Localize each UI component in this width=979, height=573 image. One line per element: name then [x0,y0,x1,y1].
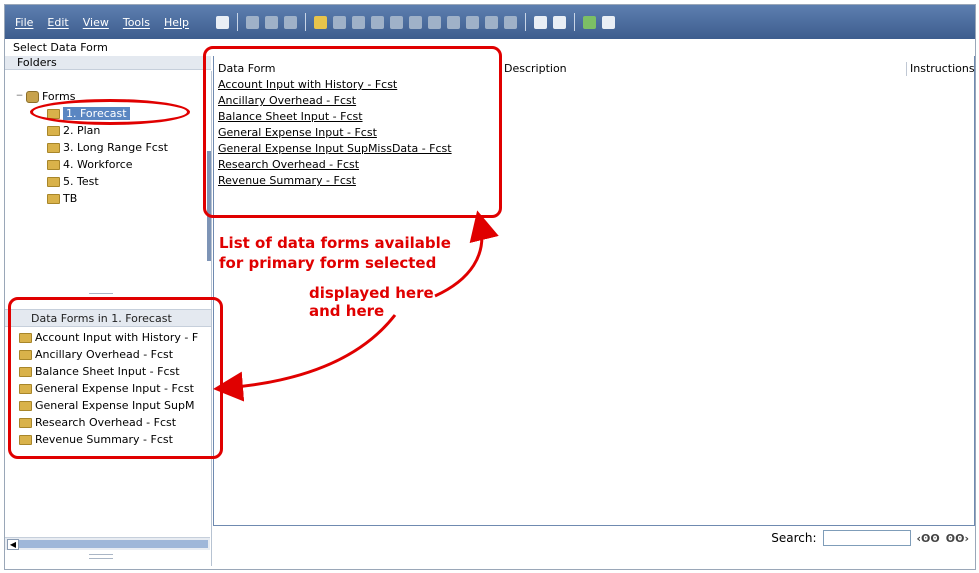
annotation-arrows [213,210,499,402]
arrow-to-table [434,210,499,298]
arrow-to-panel [213,314,397,402]
